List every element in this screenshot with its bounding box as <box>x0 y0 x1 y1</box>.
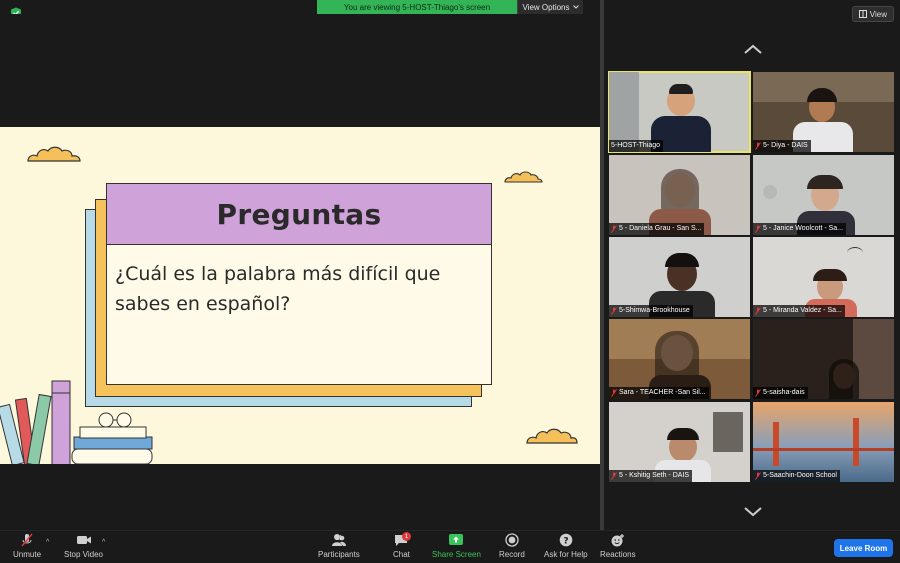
books-illustration <box>0 380 153 464</box>
chat-label: Chat <box>393 550 410 559</box>
video-tile[interactable]: 5 - Kshitig Seth - DAIS <box>609 402 750 482</box>
view-options-label: View Options <box>522 2 570 12</box>
audio-options-caret[interactable]: ^ <box>46 539 49 546</box>
chevron-down-icon <box>572 5 579 9</box>
grid-icon <box>858 10 867 18</box>
video-options-caret[interactable]: ^ <box>102 539 105 546</box>
unmute-label: Unmute <box>13 550 42 559</box>
question-card: Preguntas ¿Cuál es la palabra más difíci… <box>106 183 492 385</box>
participants-label: Participants <box>318 550 360 559</box>
cloud-decoration-icon <box>504 171 543 183</box>
record-icon <box>505 533 519 547</box>
reactions-label: Reactions <box>600 550 636 559</box>
participants-button[interactable]: 11 Participants <box>318 533 360 559</box>
gallery-panel: View 5-HOST-Thiago 5- Diya - DAIS 5 - Da… <box>604 0 900 530</box>
participant-name-label: 5 - Miranda Valdez - Sa... <box>753 305 845 317</box>
chevron-down-icon[interactable] <box>744 507 762 517</box>
banner-text: You are viewing 5-HOST-Thiago's screen <box>343 2 491 12</box>
view-button[interactable]: View <box>851 6 894 22</box>
participant-name-label: 5- Diya - DAIS <box>753 140 811 152</box>
chevron-up-icon[interactable] <box>744 44 762 54</box>
video-tile[interactable]: 5 - Miranda Valdez - Sa... <box>753 237 894 317</box>
chat-unread-badge: 1 <box>402 532 411 541</box>
ask-for-help-button[interactable]: ? Ask for Help <box>544 533 588 559</box>
muted-mic-icon <box>611 225 617 233</box>
participant-name-label: Sara - TEACHER -San Sil... <box>609 387 709 399</box>
leave-room-label: Leave Room <box>839 543 888 553</box>
shared-screen-area: Preguntas ¿Cuál es la palabra más difíci… <box>0 14 600 530</box>
card-body: ¿Cuál es la palabra más difícil que sabe… <box>107 245 491 319</box>
participant-name-label: 5-Shimwa-Brookhouse <box>609 305 693 317</box>
video-tile[interactable]: 5- Diya - DAIS <box>753 72 894 152</box>
muted-mic-icon <box>611 307 617 315</box>
record-label: Record <box>499 550 525 559</box>
cloud-decoration-icon <box>526 428 578 444</box>
muted-mic-icon <box>755 472 761 480</box>
video-tile[interactable]: 5-saisha-dais <box>753 319 894 399</box>
view-options-button[interactable]: View Options <box>517 0 583 14</box>
participant-name-label: 5 - Janice Woolcott - Sa... <box>753 223 847 235</box>
stop-video-button[interactable]: Stop Video <box>64 533 103 559</box>
svg-text:?: ? <box>563 537 568 547</box>
participant-name-label: 5-saisha-dais <box>753 387 808 399</box>
reactions-button[interactable]: Reactions <box>600 533 636 559</box>
participants-count: 11 <box>335 535 343 542</box>
stop-video-label: Stop Video <box>64 550 103 559</box>
video-tile[interactable]: 5-Saachin-Doon School <box>753 402 894 482</box>
smiley-plus-icon <box>611 534 624 547</box>
participant-name-label: 5 - Daniela Grau - San S... <box>609 223 705 235</box>
viewing-screen-banner: You are viewing 5-HOST-Thiago's screen <box>317 0 517 14</box>
muted-mic-icon <box>611 472 617 480</box>
muted-mic-icon <box>755 142 761 150</box>
muted-mic-icon <box>755 389 761 397</box>
leave-room-button[interactable]: Leave Room <box>834 539 893 557</box>
share-screen-button[interactable]: Share Screen <box>432 533 481 559</box>
unmute-button[interactable]: Unmute <box>13 533 41 559</box>
muted-mic-icon <box>611 389 617 397</box>
video-tile[interactable]: 5-Shimwa-Brookhouse <box>609 237 750 317</box>
meeting-toolbar: Unmute ^ Stop Video ^ 11 Participants 1 … <box>0 530 900 563</box>
participant-name-label: 5-Saachin-Doon School <box>753 470 840 482</box>
card-header: Preguntas <box>107 184 491 245</box>
share-screen-label: Share Screen <box>432 550 481 559</box>
question-line-1: ¿Cuál es la palabra más difícil que <box>115 263 441 285</box>
video-camera-icon <box>76 536 91 544</box>
video-tile[interactable]: 5 - Daniela Grau - San S... <box>609 155 750 235</box>
video-tile[interactable]: Sara - TEACHER -San Sil... <box>609 319 750 399</box>
chat-button[interactable]: 1 Chat <box>393 532 411 559</box>
cloud-decoration-icon <box>27 146 81 162</box>
slide-title: Preguntas <box>216 197 382 231</box>
participant-name-label: 5 - Kshitig Seth - DAIS <box>609 470 693 482</box>
video-tile[interactable]: 5-HOST-Thiago <box>608 71 751 153</box>
record-button[interactable]: Record <box>499 533 525 559</box>
muted-mic-icon <box>21 533 33 547</box>
question-line-2: sabes en español? <box>115 293 291 315</box>
share-screen-icon <box>449 534 464 545</box>
zoom-window: You are viewing 5-HOST-Thiago's screen V… <box>0 0 900 563</box>
presentation-slide: Preguntas ¿Cuál es la palabra más difíci… <box>0 127 600 464</box>
muted-mic-icon <box>755 307 761 315</box>
help-label: Ask for Help <box>544 550 588 559</box>
video-tile[interactable]: 5 - Janice Woolcott - Sa... <box>753 155 894 235</box>
help-question-icon: ? <box>559 533 573 547</box>
muted-mic-icon <box>755 225 761 233</box>
participant-name-label: 5-HOST-Thiago <box>609 140 664 152</box>
view-label: View <box>869 9 887 19</box>
